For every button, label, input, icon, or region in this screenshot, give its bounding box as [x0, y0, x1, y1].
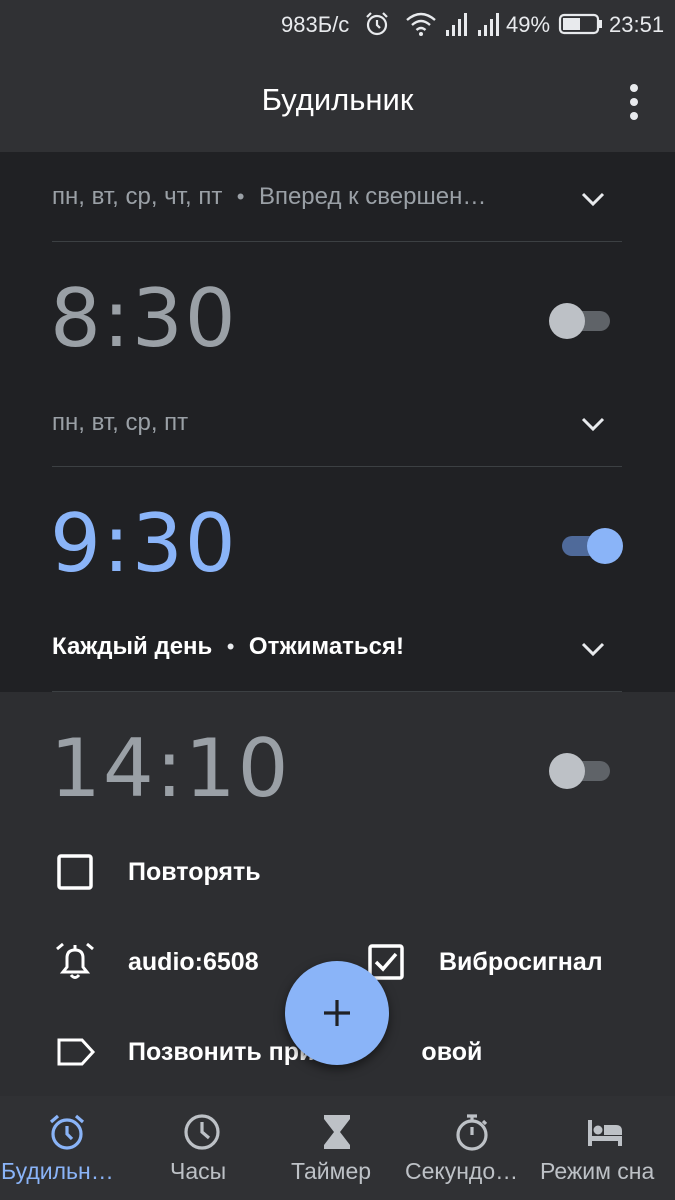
signal-icon-2 — [478, 13, 499, 36]
repeat-label[interactable]: Повторять — [128, 858, 261, 887]
alarm-label: Отжиматься! — [248, 633, 405, 660]
separator-dot: • — [236, 184, 245, 209]
nav-label: Таймер — [291, 1158, 372, 1184]
label-text-head: Позвонить при — [128, 1038, 315, 1066]
nav-label: Часы — [170, 1158, 227, 1184]
status-time: 23:51 — [609, 12, 665, 37]
nav-label: Будильн… — [1, 1158, 114, 1184]
alarm-time[interactable]: 8:30 — [50, 272, 238, 365]
alarm-status-icon — [366, 12, 388, 36]
nav-label: Секундо… — [405, 1158, 519, 1184]
alarm-toggle-off[interactable] — [548, 749, 610, 793]
bed-icon — [588, 1120, 622, 1146]
expand-chevron-icon[interactable] — [578, 189, 608, 209]
hourglass-icon — [324, 1115, 350, 1149]
nav-item-clock[interactable]: Часы — [135, 1096, 270, 1200]
alarm-time[interactable]: 9:30 — [50, 497, 238, 590]
divider — [52, 466, 622, 467]
label-icon — [57, 1038, 96, 1066]
alarm-days: пн, вт, ср, чт, пт — [52, 183, 223, 210]
divider — [52, 241, 622, 242]
add-alarm-button[interactable] — [285, 961, 389, 1065]
alarm-time[interactable]: 14:10 — [50, 722, 291, 815]
nav-item-alarm[interactable]: Будильн… — [0, 1096, 135, 1200]
nav-label: Режим сна — [540, 1158, 655, 1184]
page-title: Будильник — [261, 82, 414, 117]
signal-icon-1 — [446, 13, 467, 36]
bell-icon — [56, 942, 94, 979]
divider — [52, 691, 622, 692]
expand-chevron-icon[interactable] — [578, 414, 608, 434]
alarm-3-summary[interactable]: Каждый день • Отжиматься! — [52, 633, 404, 661]
battery-percent: 49% — [506, 12, 551, 37]
alarm-1-summary[interactable]: пн, вт, ср, чт, пт • Вперед к свершен… — [52, 183, 542, 211]
alarm-icon — [49, 1114, 85, 1150]
nav-item-bedtime[interactable]: Режим сна — [540, 1096, 675, 1200]
alarm-toggle-on[interactable] — [562, 524, 624, 568]
separator-dot: • — [226, 634, 235, 659]
stopwatch-icon — [456, 1114, 488, 1151]
wifi-icon — [406, 12, 436, 36]
nav-item-timer[interactable]: Таймер — [270, 1096, 405, 1200]
label-text-tail: овой — [421, 1038, 483, 1066]
alarm-days: Каждый день — [52, 633, 213, 660]
vibrate-label[interactable]: Вибросигнал — [439, 948, 603, 977]
expand-chevron-icon[interactable] — [578, 639, 608, 659]
plus-icon — [324, 1000, 350, 1026]
ringtone-label[interactable]: audio:6508 — [128, 948, 259, 977]
battery-icon — [558, 13, 602, 35]
network-speed: 983Б/с — [281, 12, 350, 37]
clock-icon — [184, 1114, 220, 1150]
repeat-checkbox[interactable] — [56, 853, 94, 891]
nav-item-stopwatch[interactable]: Секундо… — [405, 1096, 540, 1200]
alarm-days[interactable]: пн, вт, ср, пт — [52, 409, 188, 437]
more-vert-icon[interactable] — [614, 80, 654, 124]
alarm-label: Вперед к свершен… — [258, 183, 487, 210]
alarm-toggle-off[interactable] — [548, 299, 610, 343]
